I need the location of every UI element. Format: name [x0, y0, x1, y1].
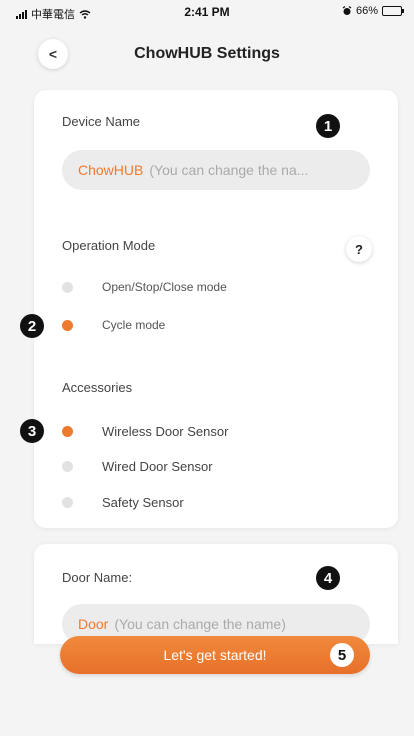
door-name-hint: (You can change the name) [114, 616, 286, 632]
step-badge-4: 4 [316, 566, 340, 590]
device-name-label: Device Name [62, 114, 141, 129]
step-badge-5: 5 [330, 643, 354, 667]
option-label: Wireless Door Sensor [102, 423, 229, 439]
step-badge-3: 3 [20, 419, 44, 443]
get-started-button[interactable]: Let's get started! 5 [60, 636, 370, 674]
device-name-input[interactable]: ChowHUB (You can change the na... [62, 150, 370, 190]
door-name-label: Door Name: [62, 570, 133, 585]
help-button[interactable]: ? [346, 236, 372, 262]
radio-open-stop-close[interactable] [62, 281, 73, 293]
settings-card: Device Name 1 ChowHUB (You can change th… [34, 90, 398, 528]
radio-wired-door-sensor[interactable] [62, 460, 73, 472]
option-safety-sensor[interactable]: Safety Sensor [62, 491, 184, 513]
option-wireless-door-sensor[interactable]: Wireless Door Sensor [62, 420, 228, 442]
option-label: Open/Stop/Close mode [102, 280, 227, 294]
alarm-icon [342, 6, 352, 15]
option-label: Cycle mode [102, 318, 166, 332]
battery-percent: 66% [355, 5, 378, 17]
option-cycle-mode[interactable]: Cycle mode [62, 314, 165, 336]
page-title: ChowHUB Settings [134, 45, 280, 62]
option-label: Wired Door Sensor [102, 458, 213, 474]
get-started-label: Let's get started! [163, 647, 267, 663]
step-badge-1: 1 [316, 114, 340, 138]
operation-mode-label: Operation Mode [62, 238, 156, 253]
device-name-value: ChowHUB [78, 162, 144, 178]
header: < ChowHUB Settings [0, 26, 414, 76]
accessories-label: Accessories [62, 380, 133, 395]
door-card: Door Name: 4 Door (You can change the na… [34, 544, 398, 644]
device-name-hint: (You can change the na... [149, 162, 309, 178]
option-open-stop-close[interactable]: Open/Stop/Close mode [62, 276, 227, 298]
option-label: Safety Sensor [102, 494, 184, 510]
battery-icon [382, 6, 404, 16]
option-wired-door-sensor[interactable]: Wired Door Sensor [62, 455, 213, 477]
radio-wireless-door-sensor[interactable] [62, 425, 73, 437]
status-bar: 中華電信 2:41 PM 66% [0, 0, 414, 26]
radio-safety-sensor[interactable] [62, 496, 73, 508]
door-name-value: Door [78, 616, 109, 632]
step-badge-2: 2 [20, 314, 44, 338]
battery-status: 66% [342, 5, 404, 17]
radio-cycle-mode[interactable] [62, 319, 73, 331]
